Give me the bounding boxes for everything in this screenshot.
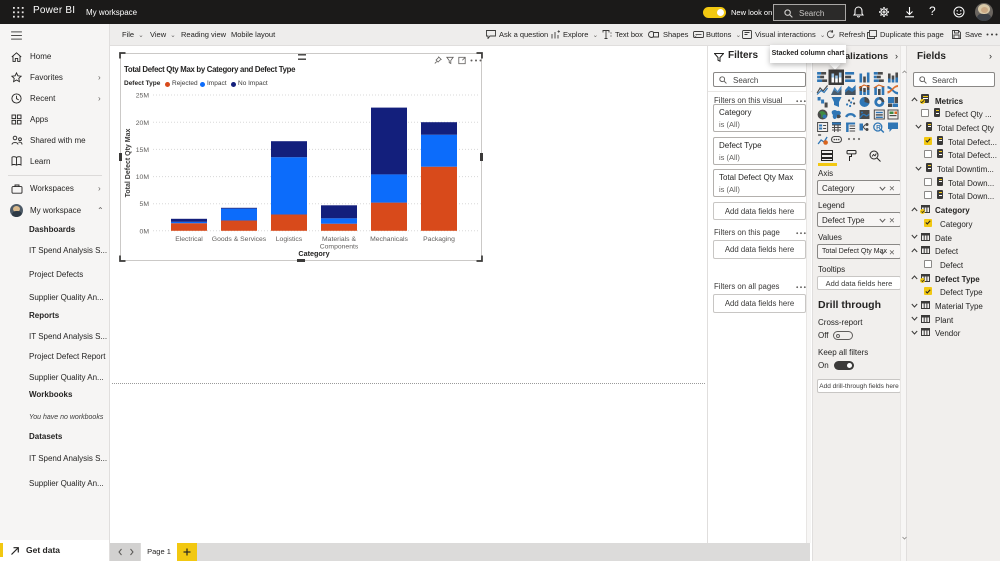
svg-text:R: R [876,125,881,132]
